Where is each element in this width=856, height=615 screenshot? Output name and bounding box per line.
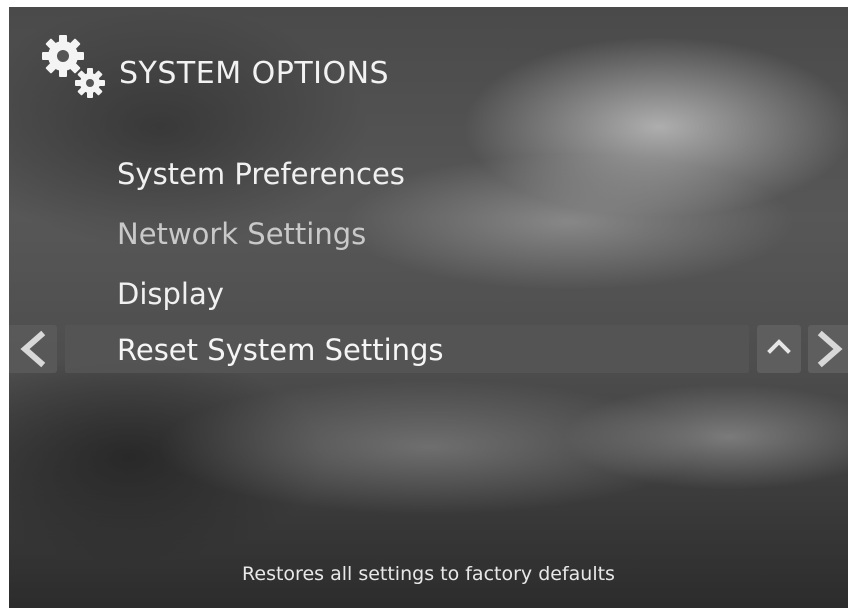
menu-item-reset-system-settings[interactable]: Reset System Settings: [117, 333, 444, 367]
gears-icon: [42, 35, 105, 98]
nav-up-button[interactable]: [757, 325, 801, 373]
item-description: Restores all settings to factory default…: [242, 563, 615, 585]
chevron-left-icon: [20, 330, 46, 368]
menu-item-network-settings[interactable]: Network Settings: [117, 217, 366, 251]
menu-item-display[interactable]: Display: [117, 277, 224, 311]
page-title: SYSTEM OPTIONS: [119, 56, 390, 91]
nav-left-button[interactable]: [9, 325, 57, 373]
menu-item-system-preferences[interactable]: System Preferences: [117, 157, 405, 191]
chevron-right-icon: [817, 330, 843, 368]
tv-menu-screen: SYSTEM OPTIONS System Preferences Networ…: [9, 7, 848, 608]
nav-right-button[interactable]: [808, 325, 848, 373]
menu-header: SYSTEM OPTIONS: [39, 32, 539, 112]
chevron-up-icon: [767, 339, 791, 354]
